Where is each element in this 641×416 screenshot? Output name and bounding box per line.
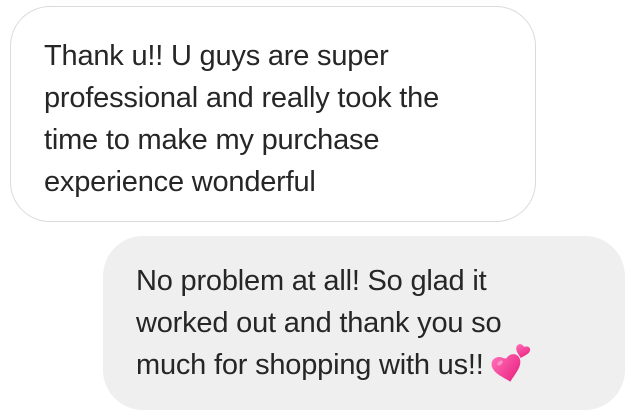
message-text-segment: much for shopping with us!! xyxy=(136,349,484,381)
message-text-line: professional and really took the xyxy=(44,82,440,114)
message-text-line: worked out and thank you so xyxy=(136,307,502,339)
message-text-line: Thank u!! U guys are super xyxy=(44,40,389,72)
message-text-line: No problem at all! So glad it xyxy=(136,265,487,297)
message-text-line: time to make my purchase xyxy=(44,124,380,156)
two-hearts-icon xyxy=(491,344,530,382)
message-text-line: experience wonderful xyxy=(44,166,316,198)
sent-message-bubble[interactable]: No problem at all! So glad it worked out… xyxy=(103,236,625,410)
received-message-bubble[interactable]: Thank u!! U guys are super professional … xyxy=(10,6,536,222)
message-text-line: much for shopping with us!! xyxy=(136,344,605,386)
